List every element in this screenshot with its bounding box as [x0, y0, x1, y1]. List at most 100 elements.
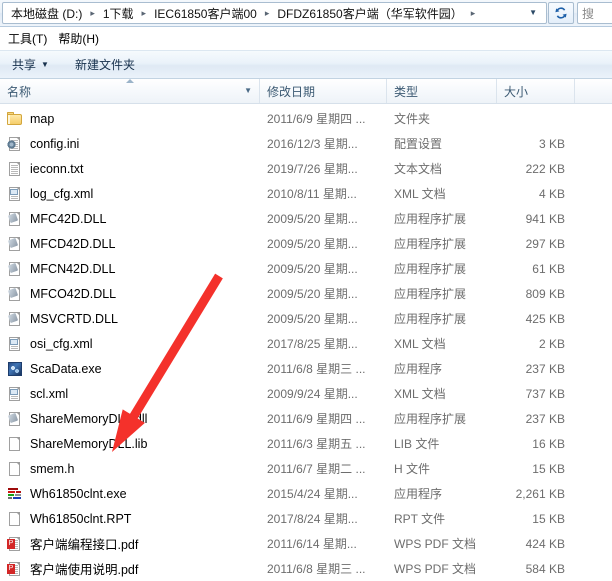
- file-date-cell: 2009/5/20 星期...: [267, 312, 358, 326]
- dll-file-icon: [7, 286, 23, 302]
- file-name-label: ShareMemoryDLL.lib: [30, 436, 148, 451]
- column-header-date[interactable]: 修改日期: [260, 79, 387, 103]
- file-name-cell[interactable]: ShareMemoryDLL.lib: [0, 436, 260, 452]
- file-date-cell: 2009/5/20 星期...: [267, 237, 358, 251]
- menu-item-tools[interactable]: 工具(T): [6, 28, 56, 49]
- file-list[interactable]: map 2011/6/9 星期四 ... 文件夹 config.ini 2016/12/…: [0, 104, 612, 581]
- column-header-name[interactable]: 名称 ▼: [0, 79, 260, 103]
- file-name-cell[interactable]: MFCD42D.DLL: [0, 236, 260, 252]
- breadcrumb-item-1[interactable]: 1下载: [100, 4, 137, 23]
- file-size-cell: 584 KB: [525, 561, 565, 576]
- file-name-label: 客户端使用说明.pdf: [30, 563, 139, 577]
- chevron-down-icon[interactable]: ▼: [525, 9, 544, 17]
- file-name-label: ieconn.txt: [30, 161, 84, 176]
- table-row[interactable]: osi_cfg.xml 2017/8/25 星期... XML 文档 2 KB: [0, 331, 612, 356]
- breadcrumb-item-0[interactable]: 本地磁盘 (D:): [8, 4, 85, 23]
- file-name-cell[interactable]: smem.h: [0, 461, 260, 477]
- table-row[interactable]: config.ini 2016/12/3 星期... 配置设置 3 KB: [0, 131, 612, 156]
- refresh-icon: [555, 7, 567, 19]
- column-header-row: 名称 ▼ 修改日期 类型 大小: [0, 79, 612, 104]
- file-date-cell: 2011/6/3 星期五 ...: [267, 437, 366, 451]
- table-row[interactable]: Wh61850clnt.exe 2015/4/24 星期... 应用程序 2,261 …: [0, 481, 612, 506]
- file-type-cell: 应用程序扩展: [394, 412, 467, 426]
- share-button[interactable]: 共享 ▼: [12, 56, 49, 73]
- file-name-cell[interactable]: log_cfg.xml: [0, 186, 260, 202]
- table-row[interactable]: smem.h 2011/6/7 星期二 ... H 文件 15 KB: [0, 456, 612, 481]
- file-size-cell: 15 KB: [532, 511, 565, 526]
- file-name-cell[interactable]: Wh61850clnt.exe: [0, 486, 260, 502]
- refresh-button[interactable]: [548, 2, 574, 24]
- file-date-cell: 2011/6/7 星期二 ...: [267, 462, 366, 476]
- breadcrumb-separator: ▸: [264, 7, 270, 18]
- table-row[interactable]: ScaData.exe 2011/6/8 星期三 ... 应用程序 237 KB: [0, 356, 612, 381]
- file-type-cell: WPS PDF 文档: [394, 562, 477, 576]
- chevron-down-icon: ▼: [41, 59, 49, 69]
- table-row[interactable]: ShareMemoryDLL.dll 2011/6/9 星期四 ... 应用程序扩展…: [0, 406, 612, 431]
- column-header-type[interactable]: 类型: [387, 79, 497, 103]
- generic-file-icon: [7, 511, 23, 527]
- table-row[interactable]: MFC42D.DLL 2009/5/20 星期... 应用程序扩展 941 KB: [0, 206, 612, 231]
- new-folder-button-label: 新建文件夹: [74, 58, 135, 72]
- table-row[interactable]: P 客户端使用说明.pdf 2011/6/8 星期三 ... WPS PDF 文档 58…: [0, 556, 612, 581]
- menu-item-help[interactable]: 帮助(H): [56, 28, 108, 49]
- xml-file-icon: [7, 186, 23, 202]
- application-icon: [7, 361, 23, 377]
- chevron-down-icon[interactable]: ▼: [244, 87, 252, 95]
- table-row[interactable]: P 客户端编程接口.pdf 2011/6/14 星期... WPS PDF 文档 424…: [0, 531, 612, 556]
- file-name-cell[interactable]: MFCN42D.DLL: [0, 261, 260, 277]
- file-date-cell: 2011/6/8 星期三 ...: [267, 362, 366, 376]
- application-icon: [7, 486, 23, 502]
- dll-file-icon: [7, 211, 23, 227]
- file-name-cell[interactable]: scl.xml: [0, 386, 260, 402]
- table-row[interactable]: Wh61850clnt.RPT 2017/8/24 星期... RPT 文件 15 K…: [0, 506, 612, 531]
- address-bar: 本地磁盘 (D:) ▸ 1下载 ▸ IEC61850客户端00 ▸ DFDZ61…: [0, 0, 612, 27]
- table-row[interactable]: MFCN42D.DLL 2009/5/20 星期... 应用程序扩展 61 KB: [0, 256, 612, 281]
- file-type-cell: RPT 文件: [394, 512, 446, 526]
- file-name-cell[interactable]: config.ini: [0, 136, 260, 152]
- table-row[interactable]: ieconn.txt 2019/7/26 星期... 文本文档 222 KB: [0, 156, 612, 181]
- table-row[interactable]: scl.xml 2009/9/24 星期... XML 文档 737 KB: [0, 381, 612, 406]
- file-name-cell[interactable]: P 客户端使用说明.pdf: [0, 559, 260, 578]
- new-folder-button[interactable]: 新建文件夹: [75, 56, 135, 73]
- file-type-cell: 文本文档: [394, 162, 443, 176]
- file-name-cell[interactable]: Wh61850clnt.RPT: [0, 511, 260, 527]
- table-row[interactable]: log_cfg.xml 2010/8/11 星期... XML 文档 4 KB: [0, 181, 612, 206]
- ini-file-icon: [7, 136, 23, 152]
- xml-file-icon: [7, 386, 23, 402]
- breadcrumb-item-3[interactable]: DFDZ61850客户端（华军软件园）: [274, 4, 465, 23]
- xml-file-icon: [7, 336, 23, 352]
- file-date-cell: 2019/7/26 星期...: [267, 162, 358, 176]
- column-header-type-label: 类型: [394, 84, 419, 99]
- file-name-label: smem.h: [30, 461, 75, 476]
- file-date-cell: 2010/8/11 星期...: [267, 187, 357, 201]
- file-name-cell[interactable]: ieconn.txt: [0, 161, 260, 177]
- file-name-cell[interactable]: MFC42D.DLL: [0, 211, 260, 227]
- file-name-label: MFCN42D.DLL: [30, 261, 116, 276]
- file-name-label: ScaData.exe: [30, 361, 102, 376]
- table-row[interactable]: MFCO42D.DLL 2009/5/20 星期... 应用程序扩展 809 KB: [0, 281, 612, 306]
- file-name-cell[interactable]: map: [0, 111, 260, 127]
- breadcrumb[interactable]: 本地磁盘 (D:) ▸ 1下载 ▸ IEC61850客户端00 ▸ DFDZ61…: [2, 2, 547, 24]
- file-name-cell[interactable]: osi_cfg.xml: [0, 336, 260, 352]
- table-row[interactable]: MFCD42D.DLL 2009/5/20 星期... 应用程序扩展 297 KB: [0, 231, 612, 256]
- file-name-cell[interactable]: ShareMemoryDLL.dll: [0, 411, 260, 427]
- file-name-label: MSVCRTD.DLL: [30, 311, 118, 326]
- file-name-cell[interactable]: ScaData.exe: [0, 361, 260, 377]
- file-name-label: MFCO42D.DLL: [30, 286, 117, 301]
- file-name-label: scl.xml: [30, 386, 69, 401]
- file-name-cell[interactable]: MSVCRTD.DLL: [0, 311, 260, 327]
- table-row[interactable]: MSVCRTD.DLL 2009/5/20 星期... 应用程序扩展 425 KB: [0, 306, 612, 331]
- column-header-size[interactable]: 大小: [497, 79, 575, 103]
- share-button-label: 共享: [12, 58, 37, 72]
- search-input[interactable]: 搜: [577, 2, 612, 24]
- file-type-cell: XML 文档: [394, 187, 446, 201]
- file-name-cell[interactable]: P 客户端编程接口.pdf: [0, 534, 260, 553]
- breadcrumb-separator[interactable]: ▸: [466, 8, 481, 18]
- table-row[interactable]: map 2011/6/9 星期四 ... 文件夹: [0, 106, 612, 131]
- breadcrumb-item-2[interactable]: IEC61850客户端00: [151, 4, 260, 23]
- generic-file-icon: [7, 436, 23, 452]
- file-size-cell: 15 KB: [532, 461, 565, 476]
- table-row[interactable]: ShareMemoryDLL.lib 2011/6/3 星期五 ... LIB 文件…: [0, 431, 612, 456]
- file-size-cell: 4 KB: [538, 186, 565, 201]
- file-name-cell[interactable]: MFCO42D.DLL: [0, 286, 260, 302]
